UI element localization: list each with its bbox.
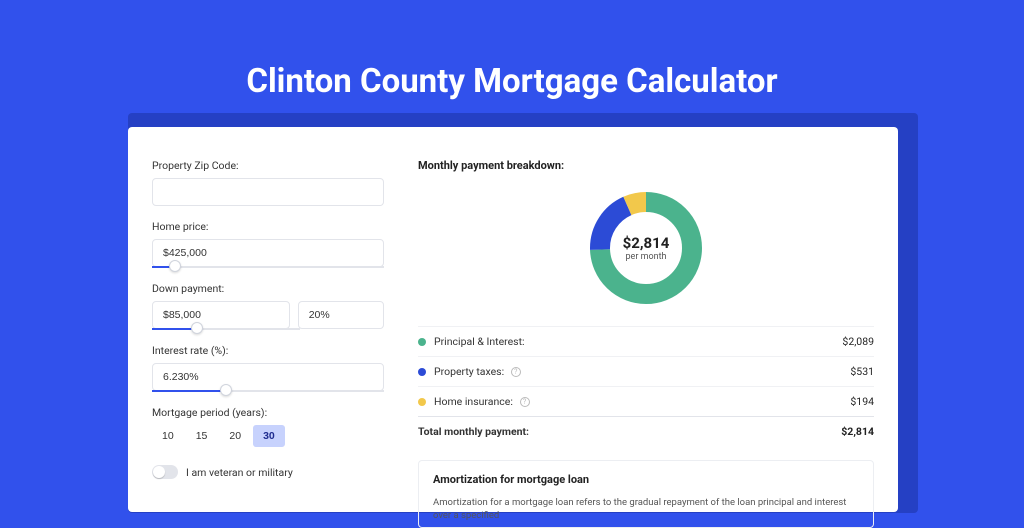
period-row-wrap: Mortgage period (years): 10 15 20 30 bbox=[152, 406, 384, 447]
breakdown-value: $2,089 bbox=[842, 335, 874, 348]
veteran-row: I am veteran or military bbox=[152, 465, 384, 479]
period-btn-10[interactable]: 10 bbox=[152, 425, 184, 447]
total-label: Total monthly payment: bbox=[418, 425, 841, 438]
breakdown-row-insurance: Home insurance: ? $194 bbox=[418, 386, 874, 416]
insurance-label-text: Home insurance: bbox=[434, 395, 513, 408]
zip-label: Property Zip Code: bbox=[152, 159, 384, 172]
zip-input[interactable] bbox=[152, 178, 384, 206]
period-btn-30[interactable]: 30 bbox=[253, 425, 285, 447]
veteran-label: I am veteran or military bbox=[186, 466, 293, 479]
dot-principal-icon bbox=[418, 338, 426, 346]
amortization-card: Amortization for mortgage loan Amortizat… bbox=[418, 460, 874, 528]
toggle-knob bbox=[153, 466, 165, 478]
period-btn-20[interactable]: 20 bbox=[219, 425, 251, 447]
down-payment-pct-input[interactable] bbox=[298, 301, 384, 329]
donut-center: $2,814 per month bbox=[623, 234, 670, 262]
interest-slider-thumb[interactable] bbox=[220, 384, 232, 396]
breakdown-total-row: Total monthly payment: $2,814 bbox=[418, 416, 874, 446]
dot-taxes-icon bbox=[418, 368, 426, 376]
breakdown-row-principal: Principal & Interest: $2,089 bbox=[418, 326, 874, 356]
breakdown-label: Property taxes: ? bbox=[434, 365, 850, 378]
breakdown-row-taxes: Property taxes: ? $531 bbox=[418, 356, 874, 386]
home-price-slider[interactable] bbox=[152, 266, 384, 268]
home-price-row: Home price: bbox=[152, 220, 384, 268]
down-payment-row: Down payment: bbox=[152, 282, 384, 330]
home-price-label: Home price: bbox=[152, 220, 384, 233]
donut-sub: per month bbox=[623, 252, 670, 262]
dot-insurance-icon bbox=[418, 398, 426, 406]
form-panel: Property Zip Code: Home price: Down paym… bbox=[128, 127, 408, 512]
info-icon[interactable]: ? bbox=[511, 367, 521, 377]
calculator-card: Property Zip Code: Home price: Down paym… bbox=[128, 127, 898, 512]
breakdown-label: Home insurance: ? bbox=[434, 395, 850, 408]
page-title: Clinton County Mortgage Calculator bbox=[0, 0, 1024, 101]
down-payment-slider[interactable] bbox=[152, 328, 300, 330]
donut-amount: $2,814 bbox=[623, 234, 670, 252]
interest-row: Interest rate (%): bbox=[152, 344, 384, 392]
breakdown-value: $531 bbox=[850, 365, 874, 378]
home-price-slider-thumb[interactable] bbox=[169, 260, 181, 272]
info-icon[interactable]: ? bbox=[520, 397, 530, 407]
veteran-toggle[interactable] bbox=[152, 465, 178, 479]
amortization-title: Amortization for mortgage loan bbox=[433, 473, 859, 486]
down-payment-slider-thumb[interactable] bbox=[191, 322, 203, 334]
total-value: $2,814 bbox=[841, 425, 874, 438]
interest-label: Interest rate (%): bbox=[152, 344, 384, 357]
down-payment-input[interactable] bbox=[152, 301, 290, 329]
breakdown-value: $194 bbox=[850, 395, 874, 408]
donut-chart-wrap: $2,814 per month bbox=[418, 188, 874, 308]
amortization-body: Amortization for a mortgage loan refers … bbox=[433, 496, 859, 523]
zip-row: Property Zip Code: bbox=[152, 159, 384, 206]
period-btn-15[interactable]: 15 bbox=[186, 425, 218, 447]
interest-slider[interactable] bbox=[152, 390, 384, 392]
donut-chart: $2,814 per month bbox=[586, 188, 706, 308]
breakdown-panel: Monthly payment breakdown: $2,814 per mo… bbox=[408, 127, 898, 512]
taxes-label-text: Property taxes: bbox=[434, 365, 504, 378]
period-label: Mortgage period (years): bbox=[152, 406, 384, 419]
breakdown-title: Monthly payment breakdown: bbox=[418, 159, 874, 172]
interest-input[interactable] bbox=[152, 363, 384, 391]
period-buttons: 10 15 20 30 bbox=[152, 425, 384, 447]
down-payment-label: Down payment: bbox=[152, 282, 384, 295]
breakdown-label: Principal & Interest: bbox=[434, 335, 842, 348]
home-price-input[interactable] bbox=[152, 239, 384, 267]
